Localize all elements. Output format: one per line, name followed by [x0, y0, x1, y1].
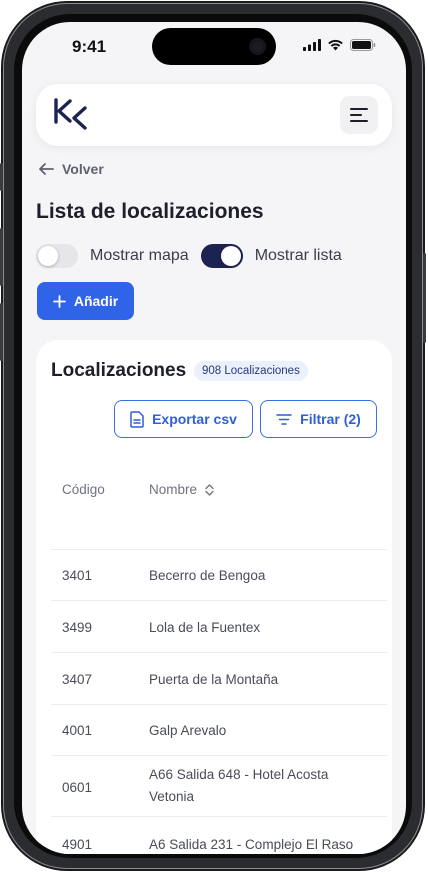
plus-icon [52, 294, 66, 308]
cell-name: Galp Arevalo [149, 723, 227, 738]
column-header-name[interactable]: Nombre [149, 482, 214, 497]
camera-icon [249, 38, 266, 55]
cell-name-line1: A66 Salida 648 - Hotel Acosta [149, 767, 329, 782]
show-list-label: Mostrar lista [254, 247, 342, 264]
list-title: Localizaciones [51, 360, 187, 381]
signal-icon [303, 39, 321, 51]
cell-code: 4001 [62, 723, 93, 738]
table-row[interactable]: 3401 Becerro de Bengoa [51, 549, 387, 601]
status-icons [303, 38, 376, 52]
export-csv-label: Exportar csv [152, 411, 237, 427]
app-header [36, 84, 392, 146]
count-badge: 908 Localizaciones [194, 361, 308, 381]
cell-code: 3401 [62, 568, 93, 583]
column-header-code: Código [62, 482, 105, 497]
sort-icon [205, 483, 214, 496]
status-time: 9:41 [72, 37, 107, 56]
cell-name: A6 Salida 231 - Complejo El Raso [149, 837, 354, 852]
screen: 9:41 Volver Lista de localizaciones Most… [22, 22, 406, 854]
locations-card: Localizaciones 908 Localizaciones Export… [36, 340, 392, 854]
table-row[interactable]: 3499 Lola de la Fuentex [51, 600, 387, 653]
arrow-left-icon [39, 163, 54, 175]
brand-logo[interactable] [52, 96, 92, 139]
cell-name: Puerta de la Montaña [149, 672, 279, 687]
table-row[interactable]: 4001 Galp Arevalo [51, 704, 387, 756]
table-row[interactable]: 4901 A6 Salida 231 - Complejo El Raso [51, 816, 387, 854]
filter-label: Filtrar (2) [300, 411, 361, 427]
show-map-toggle[interactable] [36, 244, 78, 268]
hamburger-icon [350, 108, 368, 122]
add-button[interactable]: Añadir [37, 282, 134, 320]
export-csv-button[interactable]: Exportar csv [114, 400, 253, 438]
show-map-label: Mostrar mapa [90, 247, 189, 264]
cell-code: 3499 [62, 620, 93, 635]
cell-code: 0601 [62, 780, 93, 795]
wifi-icon [328, 39, 343, 51]
cell-name: Becerro de Bengoa [149, 568, 266, 583]
column-header-name-label: Nombre [149, 482, 198, 497]
document-icon [130, 410, 144, 428]
back-label: Volver [62, 161, 104, 177]
cell-code: 3407 [62, 672, 93, 687]
view-toggles: Mostrar mapa Mostrar lista [36, 244, 354, 268]
menu-button[interactable] [340, 96, 378, 134]
add-button-label: Añadir [73, 293, 119, 309]
ks-logo-icon [54, 98, 87, 130]
cell-code: 4901 [62, 837, 93, 852]
dynamic-island [152, 28, 276, 65]
filter-button[interactable]: Filtrar (2) [260, 400, 377, 438]
filter-icon [276, 413, 292, 425]
show-list-toggle[interactable] [200, 244, 243, 268]
back-link[interactable]: Volver [38, 161, 104, 177]
table-row[interactable]: 3407 Puerta de la Montaña [51, 652, 387, 705]
page-title: Lista de localizaciones [36, 200, 264, 223]
battery-icon [350, 39, 376, 51]
table-row[interactable]: 0601 A66 Salida 648 - Hotel Acosta Veton… [51, 755, 387, 817]
cell-name-line2: Vetonia [149, 789, 195, 804]
cell-name: Lola de la Fuentex [149, 620, 261, 635]
